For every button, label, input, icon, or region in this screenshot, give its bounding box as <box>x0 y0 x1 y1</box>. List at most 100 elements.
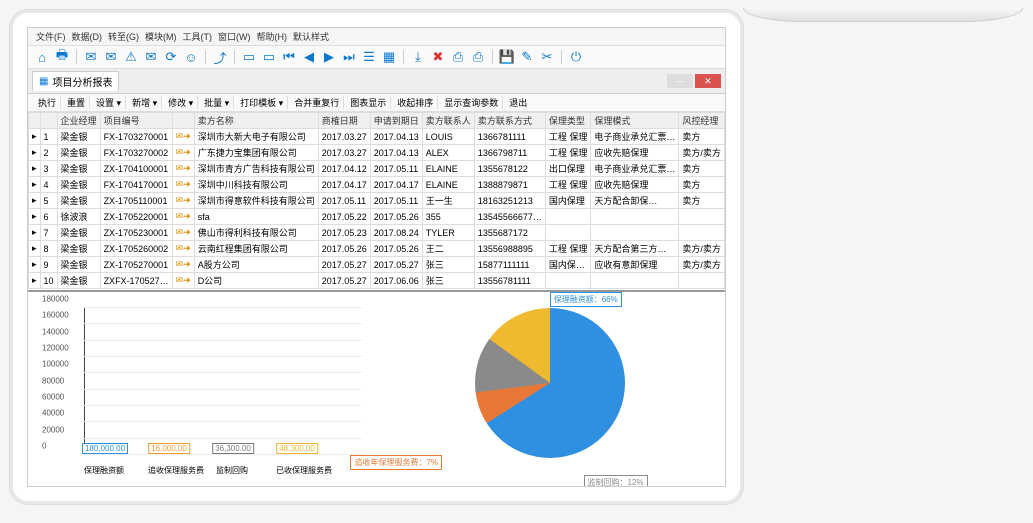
warning-icon[interactable]: ⚠ <box>123 49 139 65</box>
table-cell: 13545566677… <box>474 209 545 225</box>
table-row[interactable]: ▸3梁金银ZX-1704100001✉➜深圳市青方广告科技有限公司2017.04… <box>29 161 725 177</box>
btn-chart[interactable]: 图表显示 <box>346 96 391 109</box>
tab-title: 项目分析报表 <box>52 74 112 89</box>
table-header[interactable]: 企业经理 <box>57 113 100 129</box>
minimize-button[interactable]: — <box>667 74 693 88</box>
table-cell: FX-1703270002 <box>100 145 172 161</box>
btn-batch[interactable]: 批量 ▾ <box>200 96 234 109</box>
table-cell: 13556988895 <box>474 241 545 257</box>
table-row[interactable]: ▸5梁金银ZX-1705110001✉➜深圳市得意软件科技有限公司2017.05… <box>29 193 725 209</box>
download-icon[interactable]: ⤓ <box>410 49 426 65</box>
table-header[interactable]: 保理模式 <box>591 113 679 129</box>
table-cell: 2017.06.06 <box>370 273 422 289</box>
menu-window[interactable]: 窗口(W) <box>216 30 253 43</box>
table-cell: ▸ <box>29 145 41 161</box>
table-header[interactable]: 商榷日期 <box>318 113 370 129</box>
mail-reply-icon[interactable]: ✉ <box>103 49 119 65</box>
table-cell: 梁金银 <box>57 225 100 241</box>
table-cell <box>679 273 725 289</box>
table-row[interactable]: ▸8梁金银ZX-1705260002✉➜云南红程集团有限公司2017.05.26… <box>29 241 725 257</box>
edit-icon[interactable]: ✎ <box>519 49 535 65</box>
table-header[interactable]: 风控经理 <box>679 113 725 129</box>
pie-label: 监制回购：12% <box>584 475 648 487</box>
table-cell: 355 <box>422 209 474 225</box>
menu-data[interactable]: 数据(D) <box>70 30 105 43</box>
close-button[interactable]: ✕ <box>695 74 721 88</box>
doc-icon[interactable]: ▭ <box>241 49 257 65</box>
table-row[interactable]: ▸7梁金银ZX-1705230001✉➜佛山市得利科技有限公司2017.05.2… <box>29 225 725 241</box>
table-row[interactable]: ▸10梁金银ZXFX-170527…✉➜D公司2017.05.272017.06… <box>29 273 725 289</box>
table-cell <box>545 225 591 241</box>
table-header[interactable]: 保理类型 <box>545 113 591 129</box>
upload-icon[interactable]: ⤴ <box>212 49 228 65</box>
table-header[interactable]: 项目编号 <box>100 113 172 129</box>
list-icon[interactable]: ☰ <box>361 49 377 65</box>
data-table[interactable]: 企业经理项目编号 卖方名称商榷日期申请到期日卖方联系人卖方联系方式保理类型保理模式… <box>28 112 725 292</box>
table-cell: 2017.05.27 <box>370 257 422 273</box>
table-header[interactable]: 卖方联系人 <box>422 113 474 129</box>
filter-icon[interactable]: ⎙ <box>470 49 486 65</box>
table-header[interactable]: 卖方联系方式 <box>474 113 545 129</box>
delete-icon[interactable]: ✖ <box>430 49 446 65</box>
mail-forward-icon[interactable]: ✉ <box>83 49 99 65</box>
menu-module[interactable]: 模块(M) <box>143 30 179 43</box>
table-row[interactable]: ▸2梁金银FX-1703270002✉➜广东捷力宝集团有限公司2017.03.2… <box>29 145 725 161</box>
btn-edit[interactable]: 修改 ▾ <box>164 96 198 109</box>
btn-reset[interactable]: 重置 <box>63 96 90 109</box>
refresh-icon[interactable]: ⟳ <box>163 49 179 65</box>
table-row[interactable]: ▸9梁金银ZX-1705270001✉➜A股方公司2017.05.272017.… <box>29 257 725 273</box>
prev-icon[interactable]: ◀ <box>301 49 317 65</box>
table-cell: 卖方/卖方 <box>679 145 725 161</box>
last-icon[interactable]: ⏭ <box>341 49 357 65</box>
btn-run[interactable]: 执行 <box>34 96 61 109</box>
table-cell: 8 <box>40 241 57 257</box>
table-cell: ✉➜ <box>172 241 194 257</box>
table-cell <box>591 225 679 241</box>
cut-icon[interactable]: ✂ <box>539 49 555 65</box>
table-header[interactable] <box>40 113 57 129</box>
home-icon[interactable]: ⌂ <box>34 49 50 65</box>
table-cell: 2017.05.27 <box>318 257 370 273</box>
menu-file[interactable]: 文件(F) <box>34 30 68 43</box>
save-icon[interactable]: 💾 <box>499 49 515 65</box>
btn-add[interactable]: 新增 ▾ <box>128 96 162 109</box>
tab-report[interactable]: ▦ 项目分析报表 <box>32 71 119 91</box>
table-header[interactable] <box>172 113 194 129</box>
table-cell: 工程 保理 <box>545 177 591 193</box>
table-cell: ✉➜ <box>172 273 194 289</box>
table-cell: ZX-1705260002 <box>100 241 172 257</box>
table-header[interactable] <box>29 113 41 129</box>
table-header[interactable]: 卖方名称 <box>194 113 318 129</box>
doc-check-icon[interactable]: ▭ <box>261 49 277 65</box>
table-cell <box>679 209 725 225</box>
table-row[interactable]: ▸4梁金银FX-1704170001✉➜深圳中川科技有限公司2017.04.17… <box>29 177 725 193</box>
btn-print-tmpl[interactable]: 打印模板 ▾ <box>236 96 288 109</box>
mail-open-icon[interactable]: ✉ <box>143 49 159 65</box>
menu-style[interactable]: 默认样式 <box>291 30 331 43</box>
btn-collapse-sort[interactable]: 收起排序 <box>393 96 438 109</box>
table-cell: 王一生 <box>422 193 474 209</box>
btn-settings[interactable]: 设置 ▾ <box>92 96 126 109</box>
table-cell: sfa <box>194 209 318 225</box>
table-cell: 王二 <box>422 241 474 257</box>
table-row[interactable]: ▸1梁金银FX-1703270001✉➜深圳市大新大电子有限公司2017.03.… <box>29 129 725 145</box>
table-cell: 1388879871 <box>474 177 545 193</box>
menu-help[interactable]: 帮助(H) <box>255 30 290 43</box>
power-icon[interactable]: ⏻ <box>568 49 584 65</box>
btn-merge[interactable]: 合并重复行 <box>290 96 344 109</box>
table-row[interactable]: ▸6徐波浪ZX-1705220001✉➜sfa2017.05.222017.05… <box>29 209 725 225</box>
table-cell: 梁金银 <box>57 177 100 193</box>
btn-show-query[interactable]: 显示查询参数 <box>440 96 503 109</box>
menu-goto[interactable]: 转至(G) <box>106 30 141 43</box>
smiley-icon[interactable]: ☺ <box>183 49 199 65</box>
print-icon[interactable]: 🖶 <box>54 49 70 65</box>
next-icon[interactable]: ▶ <box>321 49 337 65</box>
export-icon[interactable]: ⎙ <box>450 49 466 65</box>
menu-tool[interactable]: 工具(T) <box>181 30 215 43</box>
bar-x-label: 保理融资额 <box>84 465 124 476</box>
btn-exit[interactable]: 退出 <box>505 96 531 109</box>
table-cell: 徐波浪 <box>57 209 100 225</box>
first-icon[interactable]: ⏮ <box>281 49 297 65</box>
table-header[interactable]: 申请到期日 <box>370 113 422 129</box>
grid-icon[interactable]: ▦ <box>381 49 397 65</box>
